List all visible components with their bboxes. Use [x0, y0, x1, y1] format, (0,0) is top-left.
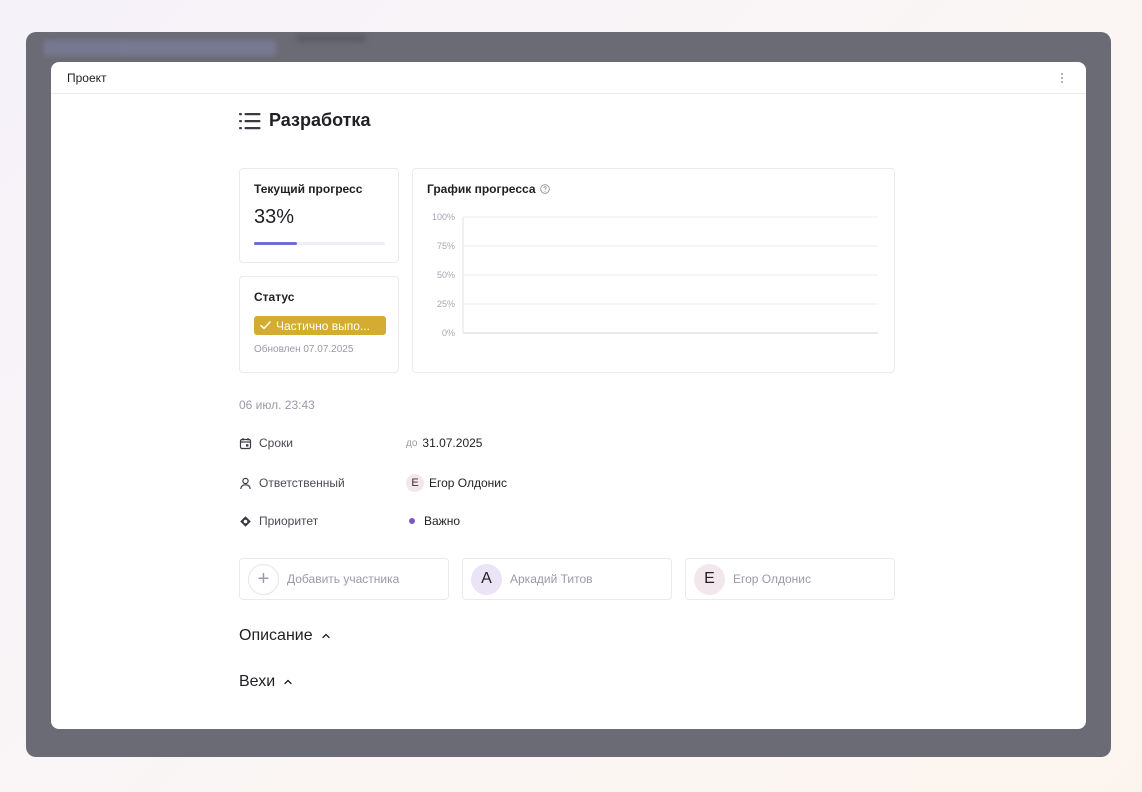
deadline-value[interactable]: до 31.07.2025: [406, 436, 482, 450]
deadline-date: 31.07.2025: [422, 436, 483, 450]
chevron-up-icon: [321, 633, 330, 639]
add-member-button[interactable]: + Добавить участника: [239, 558, 449, 600]
status-card-title: Статус: [254, 290, 295, 304]
status-card: Статус Частично выпо... Обновлен 07.07.2…: [239, 276, 399, 373]
priority-text: Важно: [424, 514, 461, 528]
description-heading: Описание: [239, 627, 313, 644]
member-avatar: Е: [694, 563, 725, 595]
assignee-row: Ответственный Е Егор Олдонис: [239, 473, 639, 493]
check-icon: [260, 321, 271, 330]
member-name: Аркадий Титов: [510, 572, 593, 586]
add-member-label: Добавить участника: [287, 572, 400, 586]
chevron-up-icon: [284, 679, 292, 685]
progress-value: 33%: [254, 206, 295, 228]
page-heading: Разработка: [239, 110, 370, 131]
chart-y-tick-label: 75%: [437, 241, 455, 251]
priority-row: Приоритет Важно: [239, 511, 639, 531]
member-avatar: А: [471, 563, 502, 595]
member-name: Егор Олдонис: [733, 572, 812, 586]
created-timestamp: 06 июл. 23:43: [239, 398, 315, 412]
assignee-label: Ответственный: [239, 476, 406, 490]
help-icon[interactable]: [539, 184, 550, 194]
deadline-prefix: до: [406, 437, 418, 449]
project-modal: Проект Разработка Текущий прогресс 33% С…: [51, 62, 1086, 729]
list-icon: [239, 112, 261, 129]
progress-bar-fill: [254, 242, 298, 245]
deadline-label: Сроки: [239, 436, 406, 450]
blurred-background-chip: [296, 34, 366, 42]
chart-y-tick-label: 0%: [442, 328, 455, 337]
deadline-label-text: Сроки: [259, 436, 293, 450]
page-title: Разработка: [269, 110, 371, 130]
assignee-name: Егор Олдонис: [429, 476, 508, 490]
assignee-avatar: Е: [406, 474, 424, 492]
milestones-heading: Вехи: [239, 673, 276, 690]
status-updated-date: Обновлен 07.07.2025: [254, 344, 354, 355]
blurred-background-label: [44, 40, 276, 56]
plus-icon: +: [248, 563, 279, 595]
modal-title: Проект: [67, 70, 107, 85]
progress-card-title: Текущий прогресс: [254, 182, 363, 196]
deadline-row: Сроки до 31.07.2025: [239, 433, 639, 453]
progress-chart: 100% 75% 50% 25% 0%: [432, 212, 878, 337]
member-card[interactable]: Е Егор Олдонис: [685, 558, 895, 600]
progress-bar: [254, 242, 385, 245]
chart-y-tick-label: 25%: [437, 299, 455, 309]
description-section-toggle[interactable]: Описание: [239, 627, 331, 645]
calendar-icon: [239, 437, 252, 449]
assignee-value[interactable]: Е Егор Олдонис: [406, 474, 507, 492]
more-options-icon[interactable]: [1054, 70, 1070, 86]
priority-dot: [409, 518, 415, 524]
chart-title: График прогресса: [427, 182, 536, 196]
person-icon: [240, 477, 251, 489]
priority-label-text: Приоритет: [259, 514, 319, 528]
progress-chart-card: График прогресса 100% 75% 50% 25% 0%: [412, 168, 895, 373]
chart-y-tick-label: 100%: [432, 212, 455, 222]
priority-icon: [240, 515, 251, 527]
progress-card: Текущий прогресс 33%: [239, 168, 399, 263]
chart-y-tick-label: 50%: [437, 270, 455, 280]
modal-header: Проект: [51, 62, 1086, 94]
member-card[interactable]: А Аркадий Титов: [462, 558, 672, 600]
assignee-label-text: Ответственный: [259, 476, 345, 490]
milestones-section-toggle[interactable]: Вехи: [239, 673, 293, 691]
status-badge[interactable]: Частично выпо...: [254, 316, 386, 335]
priority-label: Приоритет: [239, 514, 406, 528]
status-badge-label: Частично выпо...: [276, 318, 370, 333]
priority-value[interactable]: Важно: [406, 514, 460, 528]
chart-header: График прогресса: [427, 182, 880, 196]
